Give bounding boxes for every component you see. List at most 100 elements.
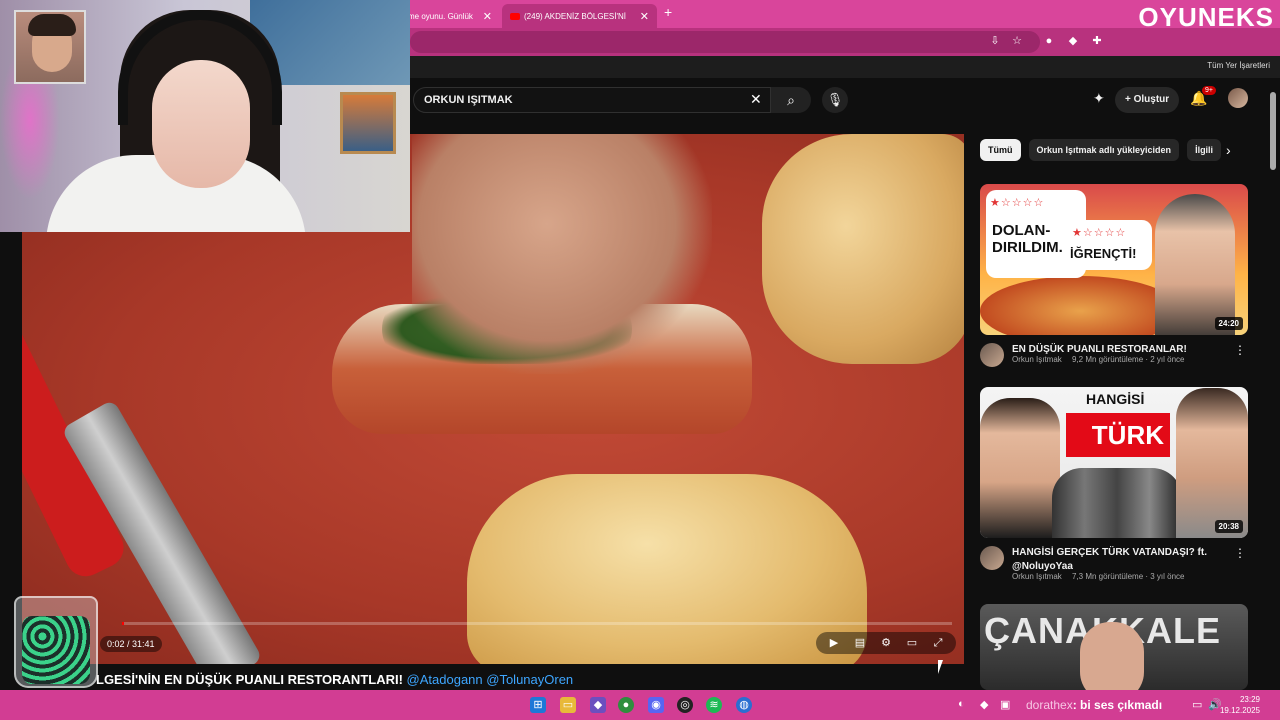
clear-search-icon[interactable]: ✕ — [750, 91, 762, 108]
video-frame-bread — [762, 134, 964, 364]
address-bar[interactable] — [410, 31, 1040, 53]
youtube-icon — [510, 12, 520, 20]
time-display: 0:02 / 31:41 — [100, 636, 162, 652]
thumbnail-person — [1176, 388, 1248, 538]
browser-icon[interactable]: ◍ — [736, 697, 752, 713]
browser-tab[interactable]: me oyunu. Günlük ✕ — [400, 4, 500, 28]
thumbnail-person — [980, 398, 1060, 538]
all-bookmarks-link[interactable]: Tüm Yer İşaretleri — [1207, 61, 1270, 70]
mouse-cursor — [938, 660, 943, 674]
chip-related[interactable]: İlgili — [1187, 139, 1222, 161]
chevron-right-icon[interactable]: › — [1226, 142, 1231, 158]
notification-badge: 9+ — [1202, 86, 1216, 95]
clock-time: 23:29 — [1239, 695, 1260, 704]
tab-title: me oyunu. Günlük — [408, 11, 473, 21]
webcam-pip — [14, 10, 86, 84]
subtitles-icon[interactable]: ▤ — [852, 635, 868, 651]
system-clock[interactable]: 23:29 19.12.2025 — [1220, 694, 1260, 716]
more-options-icon[interactable]: ⋮ — [1234, 546, 1246, 560]
discord-icon[interactable]: ◉ — [648, 697, 664, 713]
search-button[interactable]: ⌕ — [771, 87, 811, 113]
obs-icon[interactable]: ◎ — [677, 697, 693, 713]
account-avatar[interactable] — [1228, 88, 1248, 108]
thumbnail-people-group — [1052, 468, 1182, 538]
bookmark-star-icon[interactable]: ☆ — [1010, 34, 1024, 48]
video-thumbnail[interactable]: ÇANAKKALE — [980, 604, 1248, 690]
channel-avatar[interactable] — [980, 546, 1004, 570]
chat-overlay-text: dorathex: bi ses çıkmadı — [1026, 698, 1162, 712]
clock-date: 19.12.2025 — [1219, 706, 1260, 715]
premium-icon[interactable]: ✦ — [1093, 90, 1105, 107]
theater-mode-icon[interactable]: ▭ — [904, 635, 920, 651]
video-title: LGESİ'NİN EN DÜŞÜK PUANLI RESTORANTLARI!… — [96, 672, 573, 687]
create-label: Oluştur — [1133, 94, 1170, 105]
voice-search-button[interactable]: 🎙 — [822, 87, 848, 113]
sidebar-scrollbar[interactable] — [1270, 92, 1276, 170]
channel-name[interactable]: Orkun Işıtmak — [1012, 355, 1062, 364]
duration-badge: 20:38 — [1214, 520, 1243, 533]
mic-icon: 🎙 — [826, 92, 844, 107]
thumbnail-text: TÜRK — [1091, 420, 1164, 450]
windows-start-icon[interactable]: ⊞ — [530, 697, 546, 713]
extension-icon[interactable]: ● — [1042, 34, 1056, 48]
taskbar: ⊞ ▭ ◆ ● ◉ ◎ ≋ ◍ ◐ ◆ ▣ dorathex: bi ses ç… — [0, 690, 1280, 720]
chat-message: : bi ses çıkmadı — [1072, 698, 1163, 712]
video-stats: 7,3 Mn görüntüleme · 3 yıl önce — [1072, 572, 1185, 581]
seek-bar-played — [122, 622, 124, 625]
video-frame-hand — [412, 134, 712, 374]
rating-stars: ★☆☆☆☆ — [1072, 227, 1127, 239]
screen: me oyunu. Günlük ✕ (249) AKDENİZ BÖLGESİ… — [0, 0, 1280, 720]
video-stats: 9,2 Mn görüntüleme · 2 yıl önce — [1072, 355, 1185, 364]
thumbnail-person — [1155, 194, 1235, 335]
settings-gear-icon[interactable]: ⚙ — [878, 635, 894, 651]
autoplay-toggle-icon[interactable]: ▶ — [826, 635, 842, 651]
video-title-mentions[interactable]: @Atadogann @TolunayOren — [407, 672, 574, 687]
close-icon[interactable]: ✕ — [640, 10, 649, 23]
duration-badge: 24:20 — [1214, 317, 1243, 330]
recommended-video[interactable]: ★☆☆☆☆ DOLAN- DIRILDIM. ★☆☆☆☆ İĞRENÇTİ! 2… — [980, 184, 1248, 383]
tray-icon[interactable]: ◐ — [958, 698, 965, 710]
cup-overlay-graphic — [14, 596, 98, 688]
video-title[interactable]: HANGİSİ GERÇEK TÜRK VATANDAŞI? ft. @Nolu… — [1012, 546, 1232, 574]
video-title-text: LGESİ'NİN EN DÜŞÜK PUANLI RESTORANTLARI! — [96, 672, 403, 687]
app-icon[interactable]: ◆ — [590, 697, 606, 713]
chat-username: dorathex — [1026, 698, 1073, 712]
chip-uploader[interactable]: Orkun Işıtmak adlı yükleyiciden — [1028, 139, 1180, 161]
recommended-video[interactable]: HANGİSİ TÜRK 20:38 HANGİSİ GERÇEK TÜRK V… — [980, 387, 1248, 586]
rating-stars: ★☆☆☆☆ — [990, 197, 1045, 209]
spotify-icon[interactable]: ≋ — [706, 697, 722, 713]
tab-title: (249) AKDENİZ BÖLGESİ'Nİ — [524, 11, 627, 21]
player-controls: ▶ ▤ ⚙ ▭ ⤢ — [816, 632, 956, 654]
video-thumbnail[interactable]: HANGİSİ TÜRK 20:38 — [980, 387, 1248, 538]
video-frame-bread — [467, 474, 867, 664]
tray-icon[interactable]: ▣ — [1000, 698, 1010, 711]
new-tab-button[interactable]: + — [664, 4, 672, 20]
video-meta: HANGİSİ GERÇEK TÜRK VATANDAŞI? ft. @Nolu… — [980, 546, 1248, 586]
extension-icon[interactable]: ◆ — [1066, 34, 1080, 48]
video-thumbnail[interactable]: ★☆☆☆☆ DOLAN- DIRILDIM. ★☆☆☆☆ İĞRENÇTİ! 2… — [980, 184, 1248, 335]
thumbnail-text: HANGİSİ — [1086, 391, 1145, 407]
fullscreen-icon[interactable]: ⤢ — [930, 635, 946, 651]
chrome-icon[interactable]: ● — [618, 697, 634, 713]
seek-bar[interactable] — [122, 622, 952, 625]
create-button[interactable]: + Oluştur — [1115, 87, 1180, 113]
recommended-video[interactable]: ÇANAKKALE — [980, 604, 1248, 690]
browser-tab-active[interactable]: (249) AKDENİZ BÖLGESİ'Nİ ✕ — [502, 4, 657, 28]
close-icon[interactable]: ✕ — [483, 10, 492, 23]
thumbnail-pizza — [980, 276, 1180, 335]
chip-all[interactable]: Tümü — [980, 139, 1021, 161]
puzzle-icon[interactable]: ✚ — [1090, 34, 1104, 48]
file-explorer-icon[interactable]: ▭ — [560, 697, 576, 713]
cup-contents — [22, 616, 90, 684]
search-input[interactable]: ORKUN IŞITMAK — [413, 87, 771, 113]
pip-hair — [28, 14, 76, 36]
more-options-icon[interactable]: ⋮ — [1234, 343, 1246, 357]
install-icon[interactable]: ⇩ — [988, 34, 1002, 48]
channel-avatar[interactable] — [980, 343, 1004, 367]
thumbnail-person — [1080, 622, 1144, 690]
filter-chips: Tümü Orkun Işıtmak adlı yükleyiciden İlg… — [980, 139, 1222, 161]
webcam-painting — [340, 92, 396, 154]
channel-name[interactable]: Orkun Işıtmak — [1012, 572, 1062, 581]
network-icon[interactable]: ▭ — [1192, 698, 1202, 711]
tray-icon[interactable]: ◆ — [980, 698, 988, 711]
